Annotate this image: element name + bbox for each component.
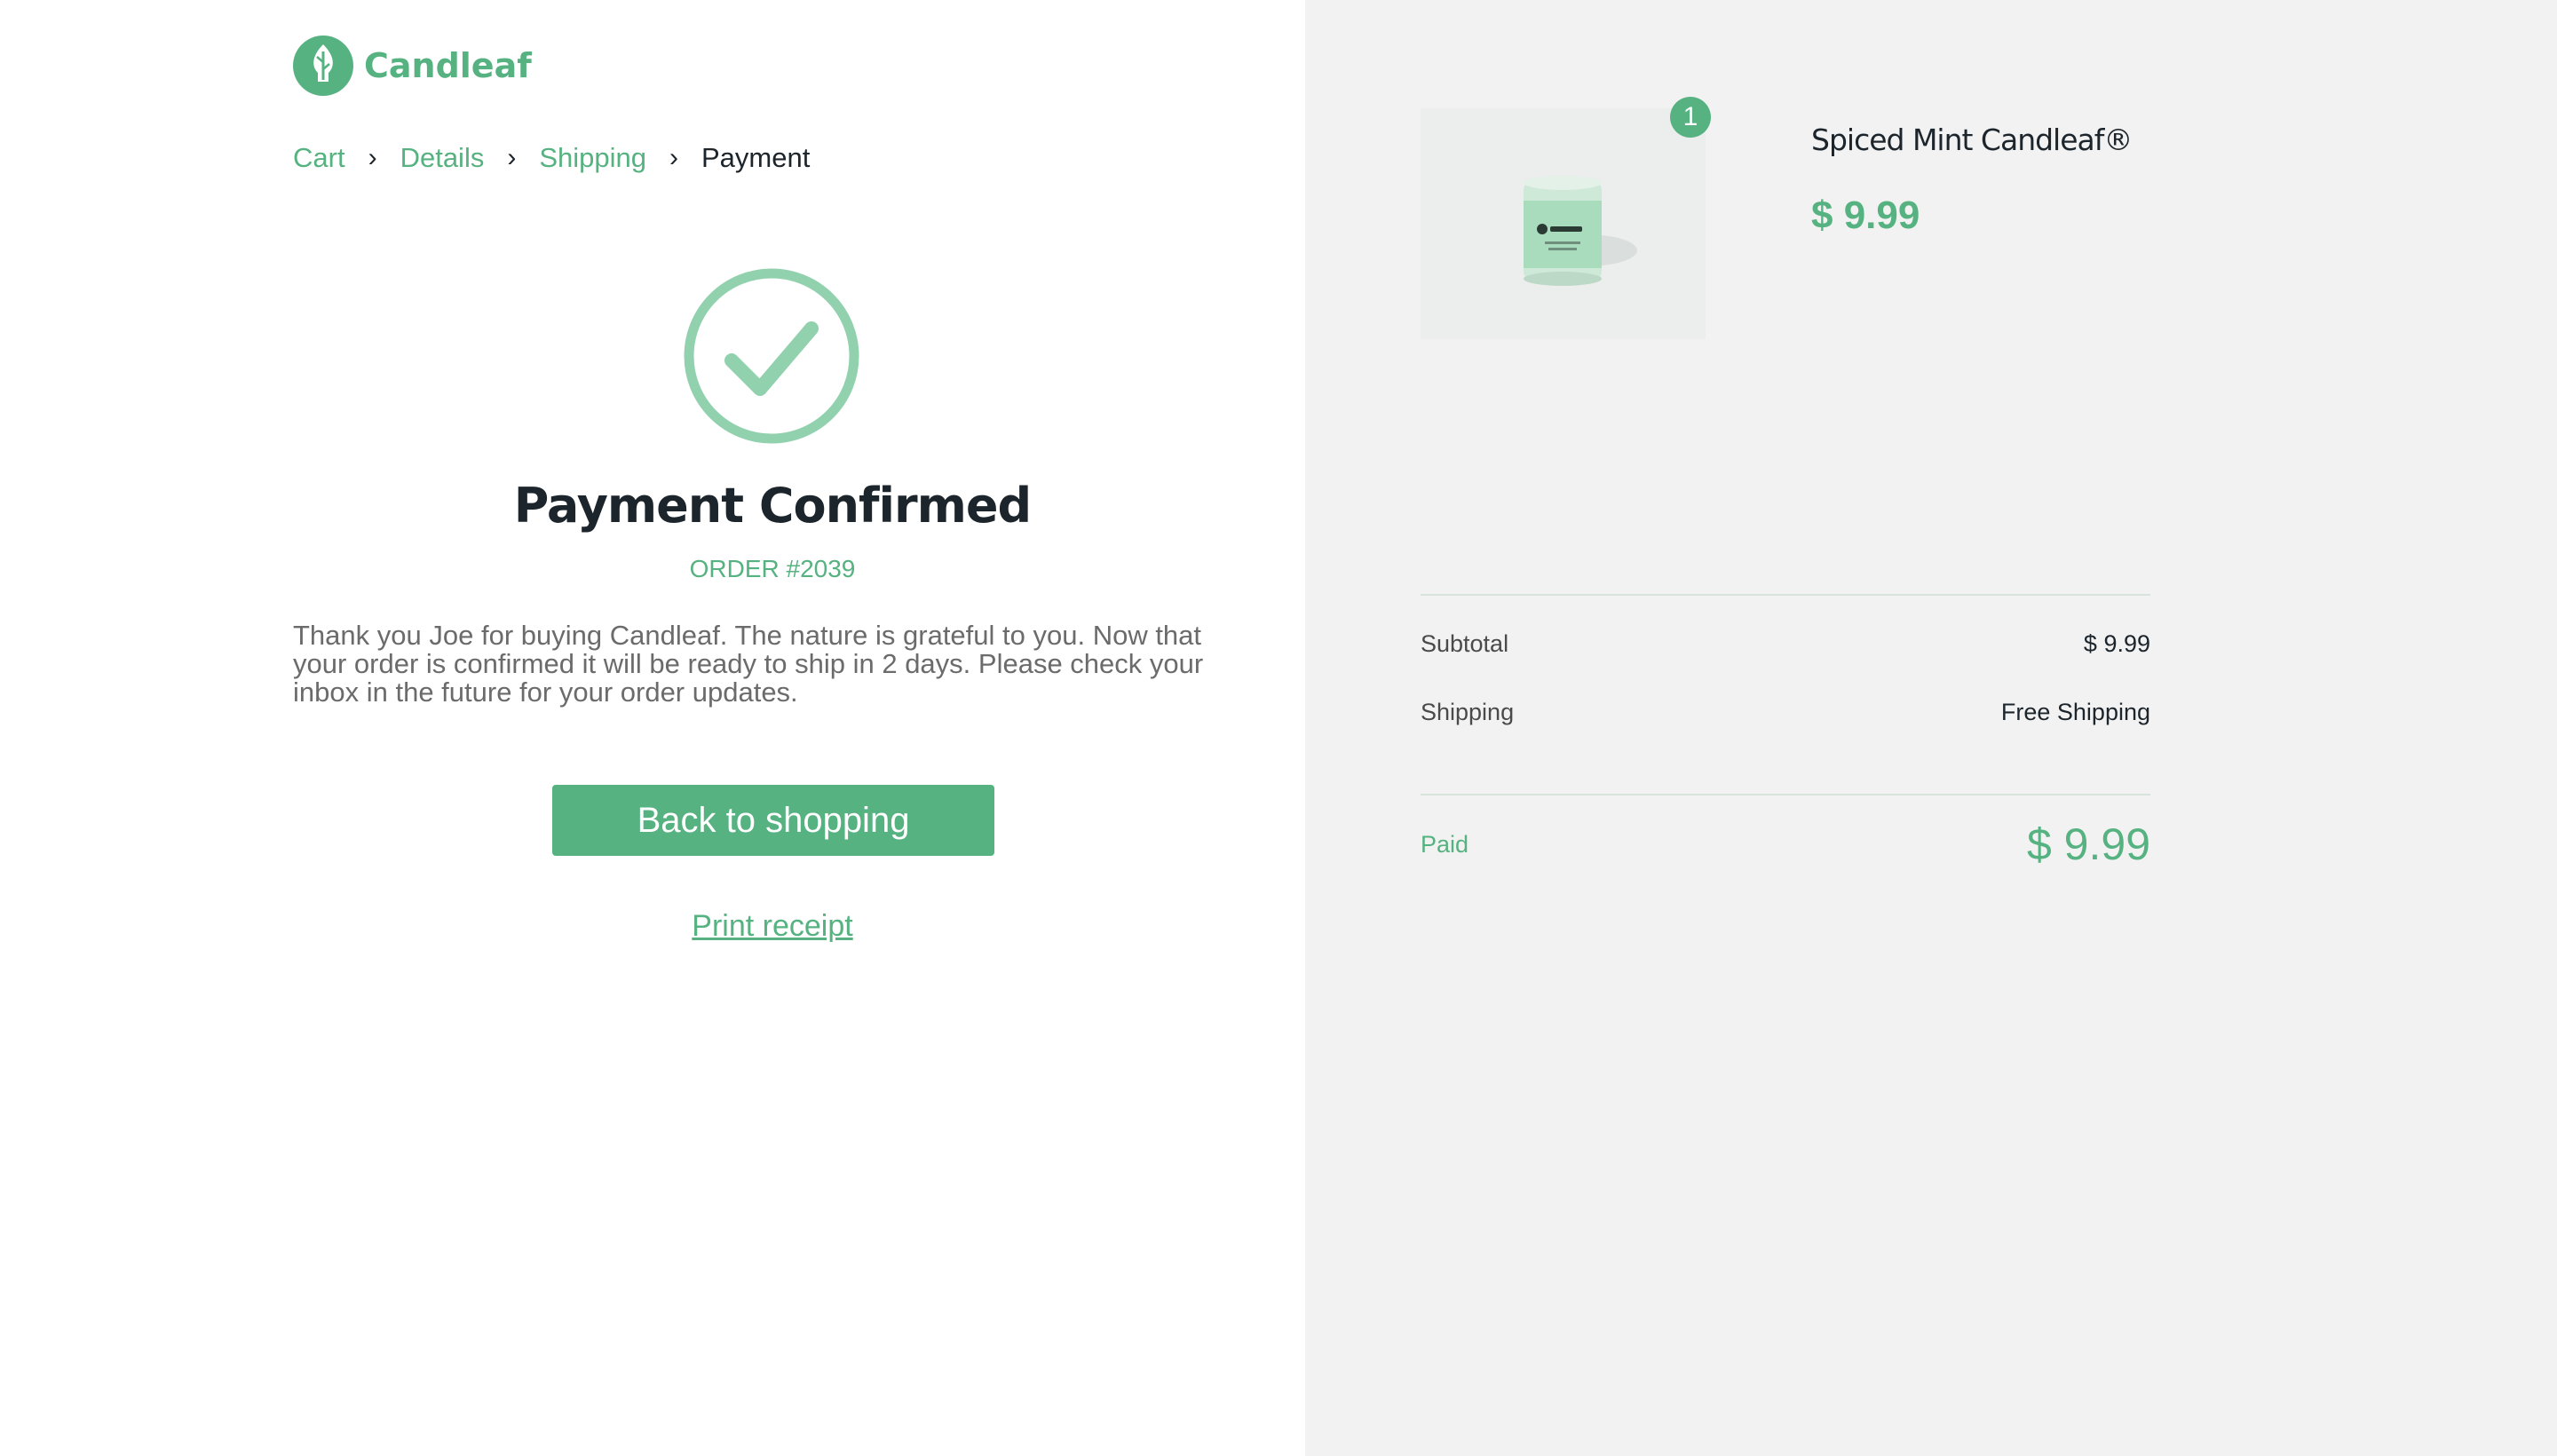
chevron-right-icon: ›	[368, 143, 377, 172]
brand-name: Candleaf	[364, 46, 532, 85]
summary-divider	[1421, 594, 2150, 596]
leaf-drop-icon	[293, 36, 353, 96]
shipping-label: Shipping	[1421, 699, 1515, 725]
subtotal-row: Subtotal $ 9.99	[1421, 630, 2150, 658]
print-receipt-link[interactable]: Print receipt	[293, 909, 1252, 944]
breadcrumb-details[interactable]: Details	[400, 142, 485, 174]
subtotal-label: Subtotal	[1421, 630, 1509, 657]
breadcrumb-cart[interactable]: Cart	[293, 142, 345, 174]
chevron-right-icon: ›	[669, 143, 678, 172]
paid-label: Paid	[1421, 830, 1469, 858]
candle-jar-image	[1421, 108, 1706, 339]
check-circle-icon	[684, 268, 859, 444]
breadcrumb-shipping[interactable]: Shipping	[539, 142, 646, 174]
paid-value: $ 9.99	[2026, 819, 2150, 869]
breadcrumb: Cart › Details › Shipping › Payment	[293, 142, 810, 174]
product-image	[1421, 108, 1706, 339]
back-to-shopping-button[interactable]: Back to shopping	[552, 785, 994, 856]
product-name: Spiced Mint Candleaf®	[1811, 123, 2133, 157]
confirmation-message: Thank you Joe for buying Candleaf. The n…	[293, 620, 1204, 708]
page-title: Payment Confirmed	[513, 478, 1032, 534]
breadcrumb-payment: Payment	[701, 142, 811, 173]
shipping-row: Shipping Free Shipping	[1421, 699, 2150, 726]
quantity-badge: 1	[1670, 97, 1711, 138]
shipping-value: Free Shipping	[2000, 699, 2150, 725]
brand-logo[interactable]: Candleaf	[293, 36, 532, 96]
summary-divider	[1421, 794, 2150, 795]
chevron-right-icon: ›	[507, 143, 517, 172]
payment-confirmation-panel: Candleaf Cart › Details › Shipping › Pay…	[0, 0, 1305, 1456]
order-number: ORDER #2039	[689, 555, 856, 582]
product-price: $ 9.99	[1811, 194, 1920, 237]
subtotal-value: $ 9.99	[2083, 630, 2150, 657]
paid-row: Paid $ 9.99	[1421, 819, 2150, 870]
